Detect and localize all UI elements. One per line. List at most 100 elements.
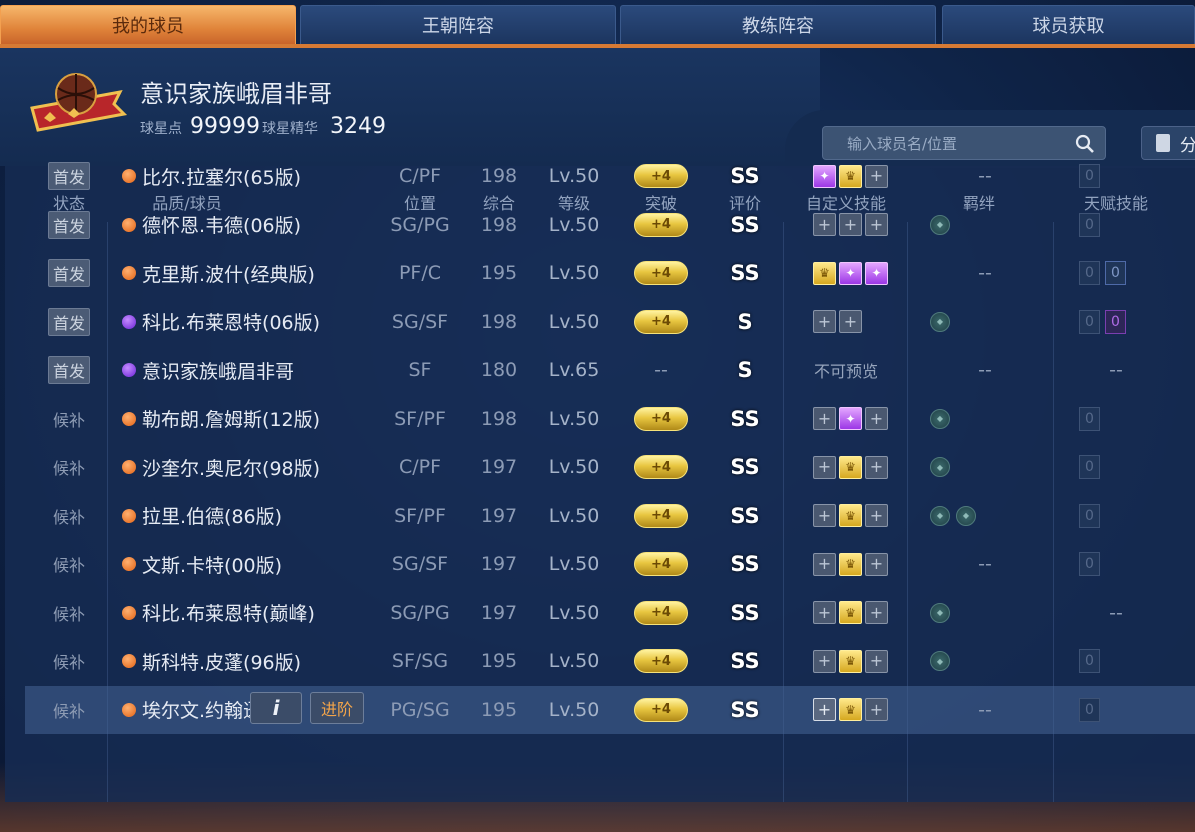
player-name-cell[interactable]: 斯科特.皮蓬(96版)	[122, 637, 301, 685]
bond-icon[interactable]: ◆	[930, 505, 950, 526]
add-skill-icon[interactable]: +	[813, 455, 836, 479]
talent-slot[interactable]: 0	[1105, 261, 1126, 285]
talent-slot[interactable]: 0	[1079, 309, 1100, 334]
breakthrough-badge[interactable]: +4	[634, 164, 688, 188]
table-row[interactable]: 候补 科比.布莱恩特(巅峰) SG/PG 197 Lv.50 +4 SS + ♛ + ◆ --	[5, 589, 1195, 637]
player-name-cell[interactable]: 文斯.卡特(00版)	[122, 540, 282, 588]
tab-coach-lineup[interactable]: 教练阵容	[620, 5, 936, 45]
player-name-cell[interactable]: 埃尔文.约翰逊	[122, 686, 262, 734]
talent-slot[interactable]: 0	[1079, 212, 1100, 237]
talent-slot[interactable]: 0	[1079, 552, 1100, 576]
table-row[interactable]: 候补 埃尔文.约翰逊 PG/SG 195 Lv.50 +4 SS + ♛ + -- 0 i 进阶	[25, 685, 1195, 734]
add-skill-icon[interactable]: +	[865, 407, 888, 430]
add-skill-icon[interactable]: +	[839, 213, 862, 236]
tab-my-players[interactable]: 我的球员	[0, 5, 296, 45]
add-skill-icon[interactable]: +	[813, 407, 836, 430]
player-name-cell[interactable]: 比尔.拉塞尔(65版)	[122, 152, 301, 200]
purple-skill-icon[interactable]: ✦	[865, 261, 888, 285]
rating-grade: SS	[730, 552, 760, 576]
add-skill-icon[interactable]: +	[839, 310, 862, 333]
talent-slot[interactable]: 0	[1079, 503, 1100, 528]
bond-icon[interactable]: ◆	[930, 602, 950, 623]
quality-dot-icon	[122, 411, 136, 426]
add-skill-icon[interactable]: +	[813, 649, 836, 673]
bond-icon[interactable]: ◆	[956, 505, 976, 526]
bond-icon[interactable]: ◆	[930, 311, 950, 332]
player-name-cell[interactable]: 科比.布莱恩特(巅峰)	[122, 589, 315, 637]
team-name: 意识家族峨眉非哥	[140, 80, 332, 108]
bond-icon[interactable]: ◆	[930, 408, 950, 429]
gold-skill-icon[interactable]: ♛	[839, 455, 862, 479]
purple-skill-icon[interactable]: ✦	[839, 261, 862, 285]
player-name-cell[interactable]: 沙奎尔.奥尼尔(98版)	[122, 443, 320, 491]
breakthrough-badge[interactable]: +4	[634, 309, 688, 334]
breakthrough-badge[interactable]: +4	[634, 455, 688, 479]
table-row[interactable]: 候补 拉里.伯德(86版) SF/PF 197 Lv.50 +4 SS + ♛ + ◆ ◆ 0	[5, 492, 1195, 540]
search-icon[interactable]	[1075, 134, 1095, 154]
add-skill-icon[interactable]: +	[865, 649, 888, 673]
gold-skill-icon[interactable]: ♛	[839, 649, 862, 673]
breakthrough-badge[interactable]: +4	[634, 406, 688, 431]
player-name-cell[interactable]: 勒布朗.詹姆斯(12版)	[122, 395, 320, 443]
table-row[interactable]: 首发 克里斯.波什(经典版) PF/C 195 Lv.50 +4 SS ♛ ✦ ✦ -- 0 0	[5, 249, 1195, 297]
breakthrough-badge[interactable]: +4	[634, 261, 688, 285]
talent-slot[interactable]: 0	[1105, 309, 1126, 334]
advance-button[interactable]: 进阶	[310, 691, 364, 724]
gold-skill-icon[interactable]: ♛	[839, 601, 862, 624]
talent-none: --	[1109, 601, 1123, 624]
player-name-cell[interactable]: 科比.布莱恩特(06版)	[122, 298, 320, 346]
breakthrough-badge[interactable]: +4	[634, 503, 688, 528]
add-skill-icon[interactable]: +	[865, 213, 888, 236]
table-row[interactable]: 候补 斯科特.皮蓬(96版) SF/SG 195 Lv.50 +4 SS + ♛ + ◆ 0	[5, 637, 1195, 685]
add-skill-icon[interactable]: +	[865, 601, 888, 624]
add-skill-icon[interactable]: +	[865, 552, 888, 576]
table-row[interactable]: 首发 德怀恩.韦德(06版) SG/PG 198 Lv.50 +4 SS + + + ◆ 0	[5, 201, 1195, 249]
add-skill-icon[interactable]: +	[813, 698, 836, 721]
table-cell: ♛ ✦ ✦	[813, 249, 888, 297]
breakthrough-badge[interactable]: +4	[634, 552, 688, 576]
talent-slot[interactable]: 0	[1079, 649, 1100, 673]
tab-dynasty-lineup[interactable]: 王朝阵容	[300, 5, 616, 45]
add-skill-icon[interactable]: +	[865, 164, 888, 188]
bond-icon[interactable]: ◆	[930, 651, 950, 671]
player-name-cell[interactable]: 拉里.伯德(86版)	[122, 492, 282, 540]
add-skill-icon[interactable]: +	[813, 504, 836, 527]
bond-icon[interactable]: ◆	[930, 214, 950, 235]
gold-skill-icon[interactable]: ♛	[813, 261, 836, 285]
add-skill-icon[interactable]: +	[865, 455, 888, 479]
breakthrough-badge[interactable]: +4	[634, 649, 688, 673]
add-skill-icon[interactable]: +	[865, 698, 888, 721]
table-row[interactable]: 候补 勒布朗.詹姆斯(12版) SF/PF 198 Lv.50 +4 SS + ✦ + ◆ 0	[5, 395, 1195, 443]
talent-slot[interactable]: 0	[1079, 455, 1100, 479]
add-skill-icon[interactable]: +	[865, 504, 888, 527]
table-row[interactable]: 首发 意识家族峨眉非哥 SF 180 Lv.65 -- S 不可预览 -- --	[5, 346, 1195, 394]
player-name-cell[interactable]: 德怀恩.韦德(06版)	[122, 201, 301, 249]
table-row[interactable]: 候补 沙奎尔.奥尼尔(98版) C/PF 197 Lv.50 +4 SS + ♛ + ◆ 0	[5, 443, 1195, 491]
table-row[interactable]: 首发 比尔.拉塞尔(65版) C/PF 198 Lv.50 +4 SS ✦ ♛ + -- 0	[5, 152, 1195, 200]
purple-skill-icon[interactable]: ✦	[839, 407, 862, 430]
talent-slot[interactable]: 0	[1079, 261, 1100, 285]
gold-skill-icon[interactable]: ♛	[839, 164, 862, 188]
breakthrough-badge[interactable]: +4	[634, 212, 688, 237]
breakthrough-badge[interactable]: +4	[634, 697, 688, 722]
rating-grade: S	[737, 309, 753, 334]
add-skill-icon[interactable]: +	[813, 213, 836, 236]
add-skill-icon[interactable]: +	[813, 601, 836, 624]
breakthrough-badge[interactable]: +4	[634, 600, 688, 625]
add-skill-icon[interactable]: +	[813, 310, 836, 333]
add-skill-icon[interactable]: +	[813, 552, 836, 576]
gold-skill-icon[interactable]: ♛	[839, 698, 862, 721]
talent-slot[interactable]: 0	[1079, 697, 1100, 722]
table-row[interactable]: 首发 科比.布莱恩特(06版) SG/SF 198 Lv.50 +4 S + + ◆ 0 0	[5, 298, 1195, 346]
info-button[interactable]: i	[250, 691, 302, 724]
purple-skill-icon[interactable]: ✦	[813, 164, 836, 188]
talent-slot[interactable]: 0	[1079, 164, 1100, 188]
bond-icon[interactable]: ◆	[930, 457, 950, 477]
player-name-cell[interactable]: 意识家族峨眉非哥	[122, 346, 294, 394]
gold-skill-icon[interactable]: ♛	[839, 504, 862, 527]
gold-skill-icon[interactable]: ♛	[839, 552, 862, 576]
table-row[interactable]: 候补 文斯.卡特(00版) SG/SF 197 Lv.50 +4 SS + ♛ + -- 0	[5, 540, 1195, 588]
talent-slot[interactable]: 0	[1079, 406, 1100, 431]
player-name-cell[interactable]: 克里斯.波什(经典版)	[122, 249, 315, 297]
tab-player-acquire[interactable]: 球员获取	[942, 5, 1195, 45]
